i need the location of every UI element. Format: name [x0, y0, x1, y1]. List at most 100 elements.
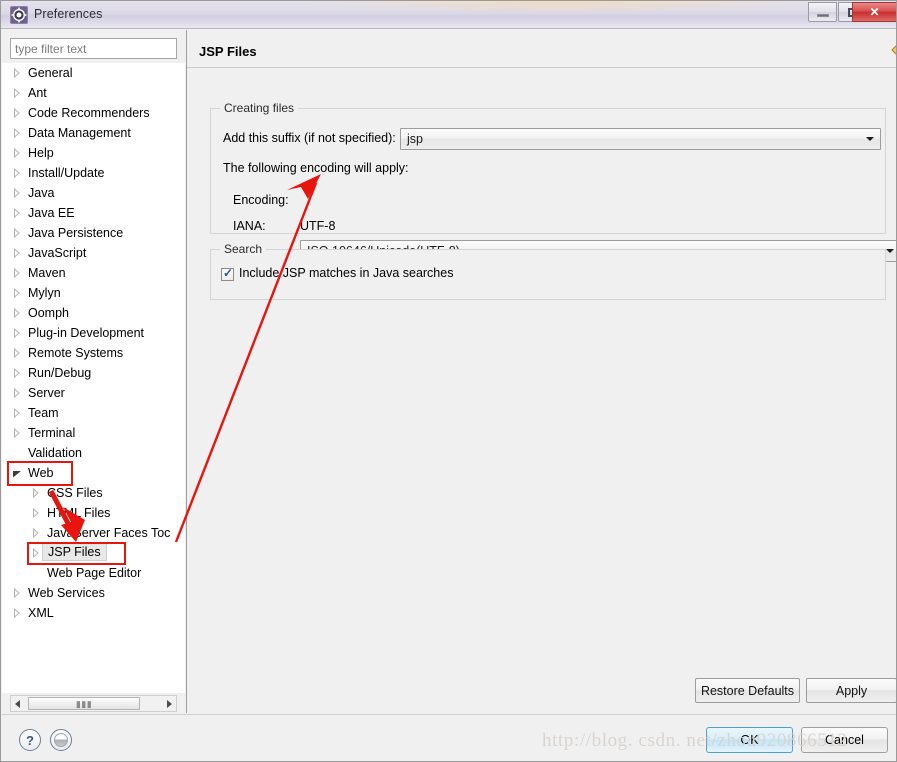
tree-item-label: Ant: [28, 86, 47, 100]
expand-triangle-icon[interactable]: [12, 88, 21, 98]
collapse-triangle-icon[interactable]: [12, 469, 22, 478]
tree-item-label: Run/Debug: [28, 366, 92, 380]
tree-item-label: Code Recommenders: [28, 106, 150, 120]
tree-item-label: Remote Systems: [28, 346, 124, 360]
cancel-label: Cancel: [825, 733, 864, 747]
tree-item-label: Web Page Editor: [47, 566, 142, 580]
tree-item-label: Web Services: [28, 586, 105, 600]
checkbox-label: Include JSP matches in Java searches: [239, 266, 454, 280]
minimize-icon: [817, 14, 829, 17]
secondary-round-button[interactable]: [50, 729, 72, 751]
expand-triangle-icon[interactable]: [12, 408, 21, 418]
expand-triangle-icon[interactable]: [12, 208, 21, 218]
creating-files-group-title: Creating files: [220, 101, 299, 115]
apply-button[interactable]: Apply: [806, 678, 896, 703]
tree-item-label: Maven: [28, 266, 66, 280]
scroll-right-icon[interactable]: [167, 700, 172, 708]
tree-item-label: JavaScript: [28, 246, 87, 260]
expand-triangle-icon[interactable]: [12, 68, 21, 78]
expand-triangle-icon[interactable]: [31, 488, 40, 498]
expand-triangle-icon[interactable]: [12, 328, 21, 338]
checkmark-icon: ✓: [223, 266, 234, 280]
content-pane: JSP Files Creating files Add this suffix…: [187, 30, 897, 713]
scroll-left-icon[interactable]: [15, 700, 20, 708]
scrollbar-grip-icon: ▮▮▮: [75, 699, 93, 709]
gear-icon: [10, 6, 28, 24]
preferences-tree[interactable]: General Ant Code Recommenders Data Manageme…: [2, 63, 185, 693]
tree-item-label: Web: [28, 466, 54, 480]
encoding-label: Encoding:: [233, 193, 289, 207]
tree-item-label: JSP Files: [42, 543, 107, 561]
expand-triangle-icon[interactable]: [12, 188, 21, 198]
title-bar-glow: [301, 1, 821, 13]
tree-item-label: HTML Files: [47, 506, 111, 520]
expand-triangle-icon[interactable]: [12, 428, 21, 438]
expand-triangle-icon[interactable]: [31, 508, 40, 518]
ok-button[interactable]: OK: [706, 727, 793, 753]
search-input[interactable]: [10, 38, 177, 59]
tree-item-label: Terminal: [28, 426, 76, 440]
tree-item-label: Install/Update: [28, 166, 105, 180]
tree-item-label: CSS Files: [47, 486, 103, 500]
search-group-title: Search: [220, 242, 267, 256]
expand-triangle-icon[interactable]: [12, 588, 21, 598]
back-arrow-icon[interactable]: [889, 41, 897, 59]
cancel-button[interactable]: Cancel: [801, 727, 888, 753]
expand-triangle-icon[interactable]: [12, 288, 21, 298]
minimize-button[interactable]: [808, 2, 837, 22]
tree-item-label: Help: [28, 146, 54, 160]
tree-item-label: JavaServer Faces Toc: [47, 526, 171, 540]
search-group: Search ✓ Include JSP matches in Java sea…: [210, 242, 886, 300]
expand-triangle-icon[interactable]: [12, 108, 21, 118]
expand-triangle-icon[interactable]: [12, 148, 21, 158]
tree-horizontal-scrollbar[interactable]: ▮▮▮: [10, 695, 177, 712]
circle-icon: [54, 733, 68, 747]
restore-defaults-button[interactable]: Restore Defaults: [695, 678, 800, 703]
expand-triangle-icon[interactable]: [12, 128, 21, 138]
ok-label: OK: [740, 733, 759, 747]
expand-triangle-icon[interactable]: [12, 268, 21, 278]
window-title: Preferences: [34, 7, 103, 21]
tree-item-label: Java Persistence: [28, 226, 124, 240]
close-button[interactable]: ✕: [852, 2, 896, 22]
expand-triangle-icon[interactable]: [31, 548, 40, 558]
title-bar: Preferences ✕: [1, 1, 896, 29]
tree-item-label: Team: [28, 406, 59, 420]
scrollbar-thumb[interactable]: ▮▮▮: [28, 697, 140, 710]
expand-triangle-icon[interactable]: [31, 528, 40, 538]
preferences-window: Preferences ✕ General Ant Code Recommender…: [0, 0, 897, 762]
encoding-note: The following encoding will apply:: [223, 161, 409, 175]
expand-triangle-icon[interactable]: [12, 308, 21, 318]
expand-triangle-icon[interactable]: [12, 168, 21, 178]
suffix-label: Add this suffix (if not specified):: [223, 131, 396, 145]
tree-item-label: Mylyn: [28, 286, 61, 300]
question-mark-icon: ?: [26, 733, 34, 748]
iana-label: IANA:: [233, 219, 266, 233]
tree-item-label: Validation: [28, 446, 82, 460]
tree-item-label: Oomph: [28, 306, 69, 320]
checkbox-box[interactable]: ✓: [221, 266, 234, 281]
creating-files-group: Creating files Add this suffix (if not s…: [210, 101, 896, 262]
expand-triangle-icon[interactable]: [12, 608, 21, 618]
suffix-dropdown-value: jsp: [407, 132, 423, 146]
filter-container: [10, 38, 177, 59]
restore-defaults-label: Restore Defaults: [700, 683, 795, 698]
expand-triangle-icon[interactable]: [12, 348, 21, 358]
close-icon: ✕: [869, 5, 880, 19]
suffix-dropdown[interactable]: jsp: [400, 128, 881, 150]
help-button[interactable]: ?: [19, 729, 41, 751]
tree-item-label: Plug-in Development: [28, 326, 145, 340]
tree-item-label: General: [28, 66, 73, 80]
expand-triangle-icon[interactable]: [12, 228, 21, 238]
page-title: JSP Files: [199, 44, 257, 59]
expand-triangle-icon[interactable]: [12, 368, 21, 378]
tree-item-label: Server: [28, 386, 65, 400]
chevron-down-icon[interactable]: [861, 130, 879, 148]
tree-item-label: Java EE: [28, 206, 75, 220]
tree-item-label: Java: [28, 186, 55, 200]
expand-triangle-icon[interactable]: [12, 248, 21, 258]
iana-value: UTF-8: [300, 219, 336, 233]
expand-triangle-icon[interactable]: [12, 388, 21, 398]
apply-label: Apply: [835, 683, 868, 698]
tree-item-label: Data Management: [28, 126, 131, 140]
